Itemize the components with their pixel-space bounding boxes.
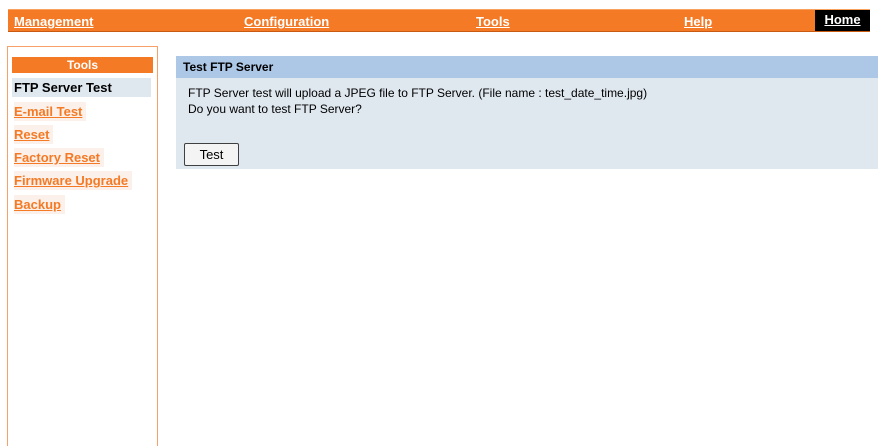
nav-help-link[interactable]: Help — [684, 14, 712, 29]
sidebar-title: Tools — [12, 57, 153, 73]
nav-home-link[interactable]: Home — [815, 10, 870, 31]
description-line-2: Do you want to test FTP Server? — [188, 102, 362, 116]
test-ftp-server-panel: Test FTP Server FTP Server test will upl… — [176, 56, 878, 169]
sidebar-item-ftp-server-test[interactable]: FTP Server Test — [12, 78, 151, 97]
sidebar-item-email-test[interactable]: E-mail Test — [14, 102, 87, 121]
test-button[interactable]: Test — [184, 143, 239, 166]
sidebar-item-backup[interactable]: Backup — [14, 195, 65, 214]
top-nav-bar: Management Configuration Tools Help Home — [8, 9, 870, 32]
panel-description: FTP Server test will upload a JPEG file … — [188, 85, 647, 117]
sidebar-item-factory-reset[interactable]: Factory Reset — [14, 148, 104, 167]
panel-title: Test FTP Server — [176, 56, 878, 78]
nav-configuration-link[interactable]: Configuration — [244, 14, 329, 29]
description-line-1: FTP Server test will upload a JPEG file … — [188, 86, 648, 100]
nav-tools-link[interactable]: Tools — [476, 14, 510, 29]
sidebar-item-reset[interactable]: Reset — [14, 125, 54, 144]
nav-management-link[interactable]: Management — [14, 14, 93, 29]
sidebar-item-firmware-upgrade[interactable]: Firmware Upgrade — [14, 171, 133, 190]
sidebar: Tools FTP Server Test E-mail Test Reset … — [7, 46, 158, 446]
